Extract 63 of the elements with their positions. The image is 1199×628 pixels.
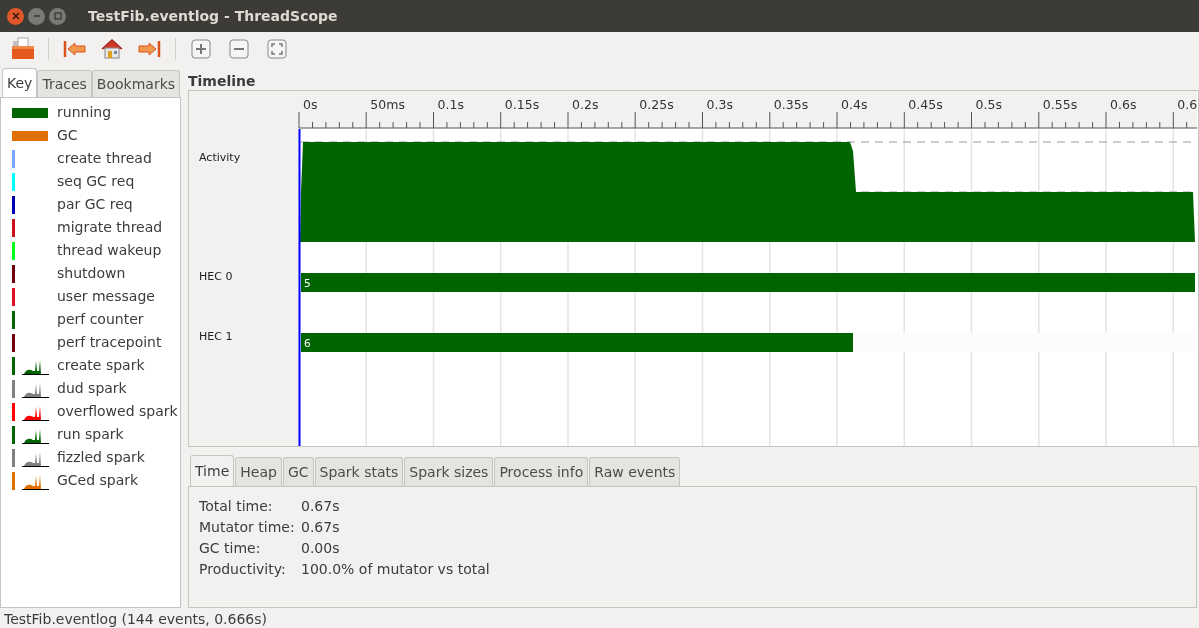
row-label: HEC 1 — [199, 330, 233, 343]
tick-label: 0.45s — [908, 97, 943, 112]
tick-label: 0.2s — [572, 97, 599, 112]
key-label: seq GC req — [57, 172, 135, 191]
row-label: Activity — [199, 151, 241, 164]
stat-label: GC time: — [199, 539, 262, 558]
tab[interactable]: GC — [282, 457, 314, 486]
status-text: TestFib.eventlog (144 events, 0.666s) — [3, 609, 269, 628]
key-label: dud spark — [57, 379, 127, 398]
tick-label: 0.25s — [639, 97, 674, 112]
thread-label: 5 — [304, 276, 311, 289]
tab[interactable]: Spark sizes — [404, 457, 494, 486]
tick-label: 0.15s — [504, 97, 540, 112]
key-label: run spark — [57, 425, 124, 444]
tick-label: 0.6s — [1110, 97, 1137, 112]
close-button[interactable] — [7, 7, 24, 25]
stat-value: 0.00s — [301, 539, 340, 558]
tick-label: 0.1s — [437, 97, 464, 112]
close-icon — [11, 12, 20, 20]
window-title: TestFib.eventlog - ThreadScope — [88, 6, 338, 26]
tick-label: 0s — [303, 97, 318, 112]
key-label: migrate thread — [57, 218, 163, 237]
tab[interactable]: Raw events — [589, 457, 681, 486]
key-label: perf tracepoint — [57, 333, 162, 352]
row-label: HEC 0 — [199, 270, 233, 283]
maximize-button[interactable] — [49, 7, 66, 25]
minimize-button[interactable] — [28, 7, 45, 25]
tab[interactable]: Heap — [235, 457, 282, 486]
tab[interactable]: Key — [2, 68, 38, 97]
stat-value: 100.0% of mutator vs total — [301, 560, 490, 579]
timeline-title: Timeline — [188, 72, 257, 88]
tick-label: 50ms — [370, 97, 405, 112]
key-label: user message — [57, 287, 155, 306]
tick-label: 0.5s — [975, 97, 1002, 112]
stat-value: 0.67s — [301, 518, 340, 537]
key-label: shutdown — [57, 264, 126, 283]
tab[interactable]: Time — [190, 455, 235, 486]
tab[interactable]: Traces — [37, 70, 92, 97]
tick-label: 0.3s — [706, 97, 733, 112]
tab[interactable]: Process info — [494, 457, 589, 486]
key-label: thread wakeup — [57, 241, 162, 260]
tick-label: 0.55s — [1042, 97, 1078, 112]
minimize-icon — [32, 12, 41, 20]
stat-label: Productivity: — [199, 560, 287, 579]
key-label: create spark — [57, 356, 145, 375]
key-label: GCed spark — [57, 471, 139, 490]
key-label: running — [57, 103, 112, 122]
key-label: fizzled spark — [57, 448, 145, 467]
stat-label: Total time: — [199, 497, 274, 516]
key-label: create thread — [57, 149, 152, 168]
tick-label: 0.35s — [773, 97, 809, 112]
tab[interactable]: Spark stats — [314, 457, 404, 486]
maximize-icon — [53, 12, 62, 20]
key-label: overflowed spark — [57, 402, 178, 421]
key-label: par GC req — [57, 195, 133, 214]
tab[interactable]: Bookmarks — [91, 70, 181, 97]
stat-label: Mutator time: — [199, 518, 296, 537]
stat-value: 0.67s — [301, 497, 340, 516]
tick-label: 0.6 — [1177, 97, 1197, 112]
key-label: GC — [57, 126, 78, 145]
key-label: perf counter — [57, 310, 144, 329]
thread-label: 6 — [304, 336, 311, 349]
tick-label: 0.4s — [841, 97, 868, 112]
